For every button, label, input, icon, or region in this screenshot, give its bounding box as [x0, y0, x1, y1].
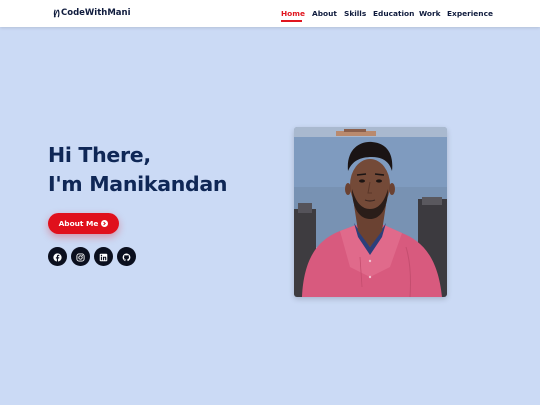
nav-about[interactable]: About [312, 9, 337, 18]
hero-greeting: Hi There, [48, 143, 151, 167]
hero-heading: Hi There, I'm Manikandan [48, 141, 228, 199]
nav-work[interactable]: Work [419, 9, 441, 18]
github-link[interactable] [117, 247, 136, 266]
facebook-icon [53, 247, 62, 266]
nav-education[interactable]: Education [373, 9, 414, 18]
linkedin-icon [99, 247, 108, 266]
hero-name: I'm Manikandan [48, 172, 228, 196]
nav-home[interactable]: Home [281, 9, 305, 18]
instagram-link[interactable] [71, 247, 90, 266]
arrow-circle-right-icon [101, 220, 109, 227]
about-me-button-label: About Me [58, 219, 99, 228]
facebook-link[interactable] [48, 247, 67, 266]
top-navbar: CodeWithMani Home About Skills Education… [0, 0, 540, 27]
nav-menu: Home About Skills Education Work Experie… [0, 9, 540, 23]
about-me-button[interactable]: About Me [48, 213, 119, 234]
nav-skills[interactable]: Skills [344, 9, 366, 18]
instagram-icon [76, 247, 85, 266]
active-nav-underline [281, 20, 302, 22]
linkedin-link[interactable] [94, 247, 113, 266]
github-icon [122, 247, 131, 266]
nav-experience[interactable]: Experience [447, 9, 493, 18]
profile-photo [294, 127, 447, 297]
